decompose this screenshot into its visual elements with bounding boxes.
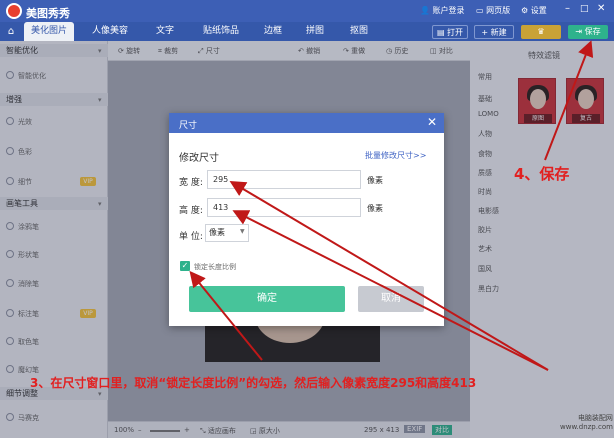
watermark: 电脑装配网 www.dnzp.com (560, 414, 613, 432)
arrow-to-height (232, 210, 549, 371)
watermark-line1: 电脑装配网 (577, 414, 613, 422)
arrow-to-width (229, 180, 549, 371)
annotation-arrows (189, 40, 594, 371)
annotation-step3: 3、在尺寸窗口里，取消“锁定长度比例”的勾选，然后输入像素宽度295和高度413 (30, 376, 477, 390)
watermark-line2: www.dnzp.com (560, 423, 613, 431)
arrow-to-save (544, 40, 594, 161)
arrow-to-checkbox (189, 270, 263, 361)
annotation-step4: 4、保存 (514, 165, 570, 183)
